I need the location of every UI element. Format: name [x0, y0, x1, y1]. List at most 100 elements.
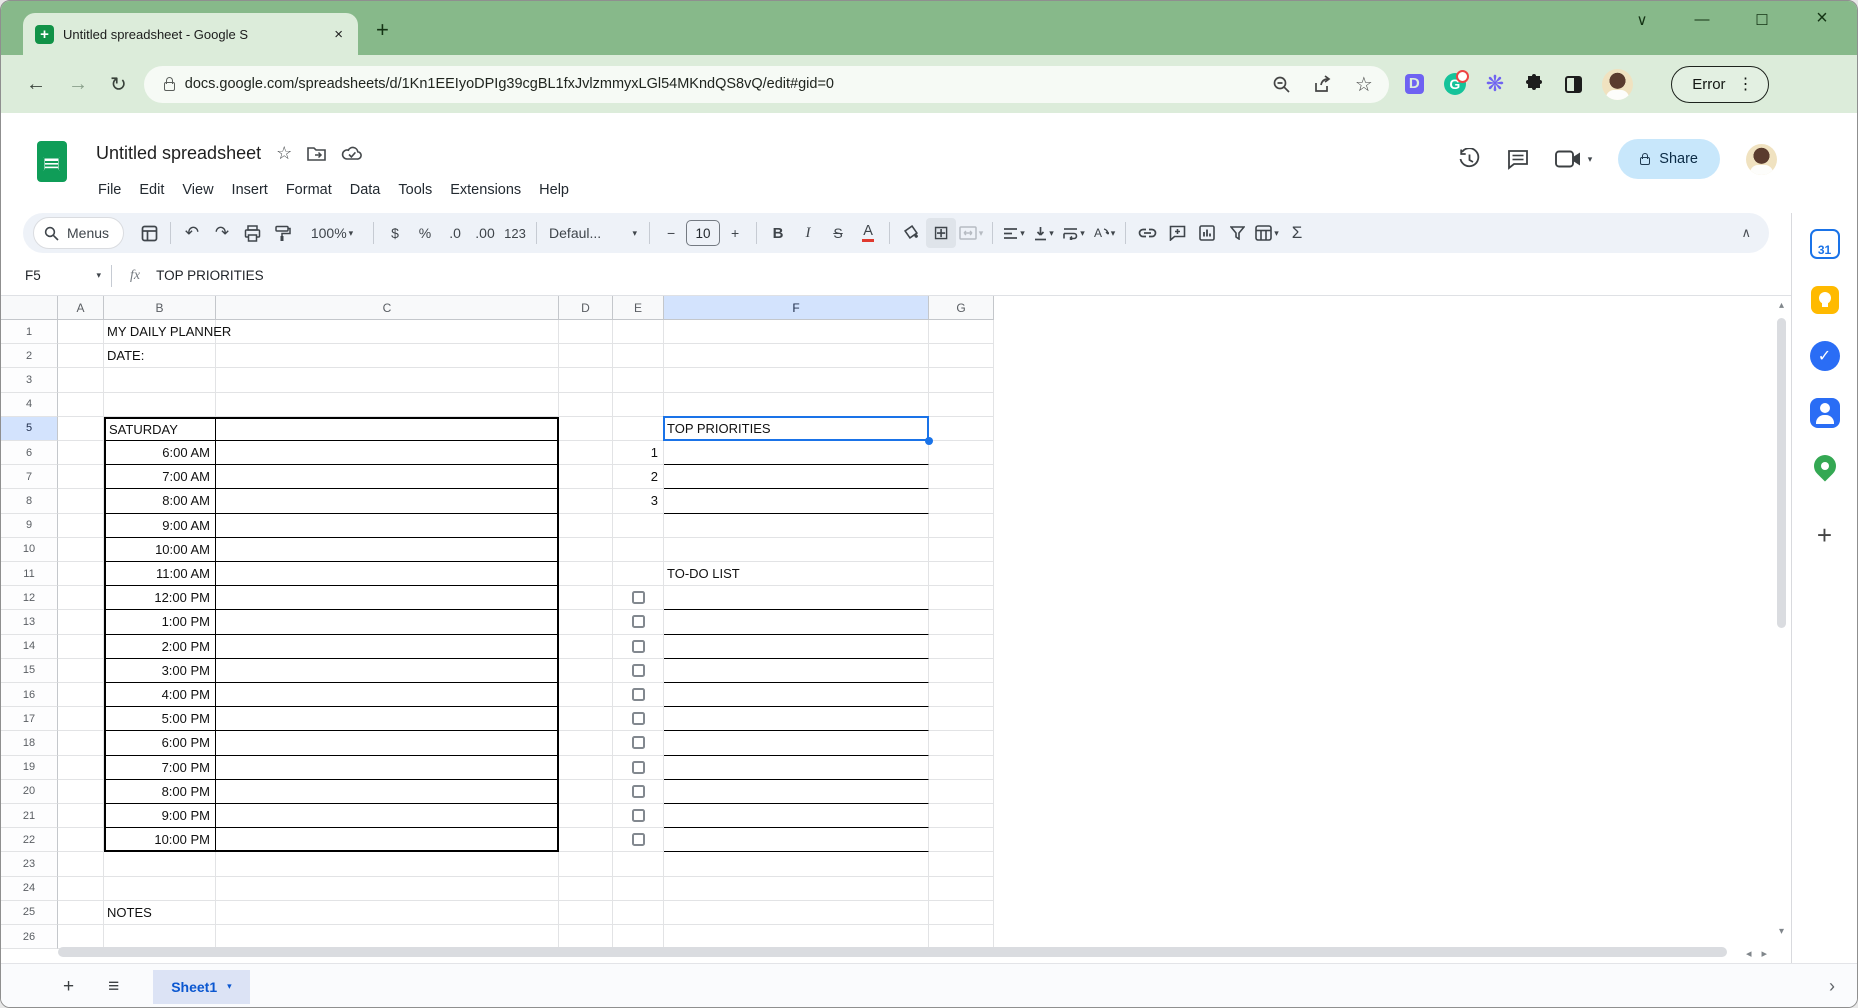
cell-A6[interactable] — [58, 441, 104, 465]
cell-F1[interactable] — [664, 320, 929, 344]
print-icon[interactable] — [237, 218, 267, 248]
cell-C18[interactable] — [216, 731, 559, 755]
cell-E10[interactable] — [613, 538, 664, 562]
cell-C5[interactable] — [216, 417, 559, 441]
cell-B5[interactable]: SATURDAY — [104, 417, 216, 441]
cell-D1[interactable] — [559, 320, 613, 344]
cell-C3[interactable] — [216, 368, 559, 392]
cell-B14[interactable]: 2:00 PM — [104, 635, 216, 659]
cell-G1[interactable] — [929, 320, 994, 344]
menus-search-button[interactable]: Menus — [33, 217, 124, 249]
menu-file[interactable]: File — [89, 179, 130, 201]
cell-B12[interactable]: 12:00 PM — [104, 586, 216, 610]
row-header-11[interactable]: 11 — [1, 562, 58, 586]
cell-B21[interactable]: 9:00 PM — [104, 804, 216, 828]
row-header-19[interactable]: 19 — [1, 756, 58, 780]
cell-G13[interactable] — [929, 610, 994, 634]
row-header-2[interactable]: 2 — [1, 344, 58, 368]
checkbox-E20[interactable] — [632, 785, 645, 798]
cell-F24[interactable] — [664, 877, 929, 901]
cell-D21[interactable] — [559, 804, 613, 828]
show-side-panel-chevron-icon[interactable]: › — [1829, 976, 1835, 997]
paint-format-icon[interactable] — [267, 218, 297, 248]
cell-D13[interactable] — [559, 610, 613, 634]
fill-color-button[interactable] — [896, 218, 926, 248]
cell-G21[interactable] — [929, 804, 994, 828]
cell-F9[interactable] — [664, 514, 929, 538]
row-header-12[interactable]: 12 — [1, 586, 58, 610]
cell-D2[interactable] — [559, 344, 613, 368]
cell-A24[interactable] — [58, 877, 104, 901]
insert-link-button[interactable] — [1132, 218, 1162, 248]
cell-B13[interactable]: 1:00 PM — [104, 610, 216, 634]
maps-icon[interactable] — [1809, 450, 1840, 481]
row-header-4[interactable]: 4 — [1, 393, 58, 417]
add-addon-button[interactable]: + — [1817, 520, 1832, 551]
cell-F22[interactable] — [664, 828, 929, 852]
cell-D26[interactable] — [559, 925, 613, 949]
back-icon[interactable]: ← — [26, 73, 46, 96]
side-panel-icon[interactable] — [1565, 76, 1582, 93]
cell-A2[interactable] — [58, 344, 104, 368]
checkbox-E15[interactable] — [632, 664, 645, 677]
sheet-tab-active[interactable]: Sheet1 ▾ — [153, 970, 249, 1004]
cell-A25[interactable] — [58, 901, 104, 925]
insert-table-icon[interactable] — [134, 218, 164, 248]
cell-C1[interactable] — [216, 320, 559, 344]
row-header-8[interactable]: 8 — [1, 489, 58, 513]
checkbox-E16[interactable] — [632, 688, 645, 701]
scroll-right-icon[interactable]: ▸ — [1761, 948, 1777, 960]
cell-E16[interactable] — [613, 683, 664, 707]
cell-B10[interactable]: 10:00 AM — [104, 538, 216, 562]
cell-E12[interactable] — [613, 586, 664, 610]
cell-A3[interactable] — [58, 368, 104, 392]
cell-D19[interactable] — [559, 756, 613, 780]
cell-F26[interactable] — [664, 925, 929, 949]
cell-D18[interactable] — [559, 731, 613, 755]
insert-chart-button[interactable] — [1192, 218, 1222, 248]
cell-A15[interactable] — [58, 659, 104, 683]
row-header-22[interactable]: 22 — [1, 828, 58, 852]
cell-D14[interactable] — [559, 635, 613, 659]
row-header-18[interactable]: 18 — [1, 731, 58, 755]
burst-extension-icon[interactable]: ❋ — [1486, 73, 1504, 95]
move-folder-icon[interactable] — [307, 146, 326, 161]
cell-G12[interactable] — [929, 586, 994, 610]
cell-B1[interactable]: MY DAILY PLANNER — [104, 320, 216, 344]
dashlane-extension-icon[interactable]: D — [1405, 74, 1424, 94]
cell-B22[interactable]: 10:00 PM — [104, 828, 216, 852]
table-tools-button[interactable]: ▾ — [1252, 218, 1282, 248]
cell-A26[interactable] — [58, 925, 104, 949]
cell-C4[interactable] — [216, 393, 559, 417]
cell-F12[interactable] — [664, 586, 929, 610]
share-button[interactable]: Share — [1618, 139, 1720, 179]
cell-E3[interactable] — [613, 368, 664, 392]
tab-close-icon[interactable]: × — [331, 26, 346, 43]
cell-G25[interactable] — [929, 901, 994, 925]
cell-E4[interactable] — [613, 393, 664, 417]
cloud-saved-icon[interactable] — [341, 146, 363, 161]
hide-toolbar-icon[interactable]: ∧ — [1741, 225, 1751, 241]
row-header-24[interactable]: 24 — [1, 877, 58, 901]
cell-A7[interactable] — [58, 465, 104, 489]
cell-G26[interactable] — [929, 925, 994, 949]
checkbox-E19[interactable] — [632, 761, 645, 774]
italic-button[interactable]: I — [793, 218, 823, 248]
cell-D25[interactable] — [559, 901, 613, 925]
cell-B24[interactable] — [104, 877, 216, 901]
scroll-down-icon[interactable]: ▾ — [1775, 926, 1788, 937]
cell-E22[interactable] — [613, 828, 664, 852]
format-currency-button[interactable]: $ — [380, 218, 410, 248]
font-size-input[interactable]: 10 — [686, 220, 720, 246]
cell-F15[interactable] — [664, 659, 929, 683]
column-header-D[interactable]: D — [559, 296, 613, 320]
cell-E9[interactable] — [613, 514, 664, 538]
cell-G22[interactable] — [929, 828, 994, 852]
row-header-14[interactable]: 14 — [1, 635, 58, 659]
menu-format[interactable]: Format — [277, 179, 341, 201]
cell-G5[interactable] — [929, 417, 994, 441]
comments-icon[interactable] — [1507, 149, 1529, 170]
cell-B16[interactable]: 4:00 PM — [104, 683, 216, 707]
cell-E17[interactable] — [613, 707, 664, 731]
row-header-1[interactable]: 1 — [1, 320, 58, 344]
